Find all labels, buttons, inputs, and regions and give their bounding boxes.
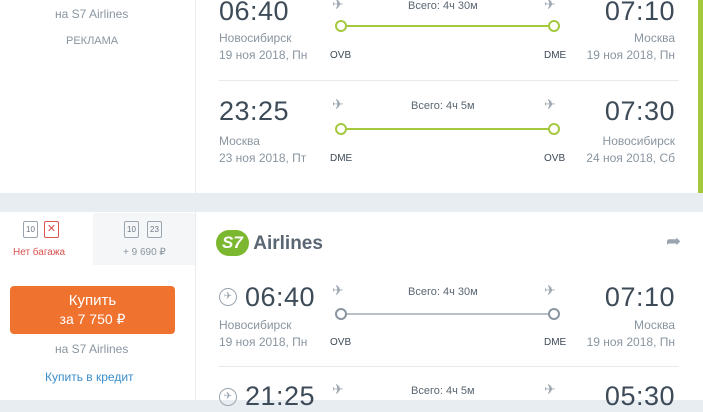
arrival-time: 05:30 (604, 381, 675, 411)
baggage-option-label: Нет багажа (13, 247, 66, 258)
buy-button[interactable]: Купить за 7 750 ₽ (10, 286, 175, 334)
departure-city: Новосибирск (219, 31, 292, 45)
plane-takeoff-icon: ✈ (332, 282, 344, 298)
route-line (342, 128, 554, 130)
credit-link[interactable]: Купить в кредит (45, 370, 134, 384)
arrival-airport-code: DME (544, 337, 567, 348)
arrival-airport-code: DME (544, 50, 567, 61)
flight-duration: Всего: 4ч 5м (411, 100, 475, 112)
airline-note: на S7 Airlines (55, 7, 129, 21)
route-end-dot (548, 308, 560, 320)
flight-duration: Всего: 4ч 5м (411, 385, 475, 397)
departure-date: 19 ноя 2018, Пн (219, 335, 308, 349)
baggage-option-with[interactable]: 10 23 + 9 690 ₽ (93, 213, 195, 265)
share-icon[interactable]: ➦ (666, 231, 681, 252)
departure-city: Новосибирск (219, 318, 292, 332)
departure-city: Москва (219, 134, 260, 148)
route-line (342, 313, 554, 315)
plane-takeoff-icon: ✈ (332, 0, 344, 12)
ad-label: РЕКЛАМА (66, 35, 119, 47)
pin-icon: ✈ (219, 288, 237, 306)
baggage-icon: 10 (23, 221, 38, 238)
route-start-dot (335, 20, 347, 32)
plane-landing-icon: ✈ (544, 0, 556, 12)
pin-icon: ✈ (219, 388, 237, 406)
route-start-dot (335, 123, 347, 135)
airline-logo-name: Airlines (253, 232, 323, 254)
departure-airport-code: DME (330, 153, 353, 164)
airline-note: на S7 Airlines (55, 342, 129, 356)
segment-divider (219, 80, 679, 81)
arrival-city: Новосибирск (602, 134, 675, 148)
buy-button-price: за 7 750 ₽ (59, 311, 126, 327)
airline-logo: S7 Airlines (216, 230, 323, 260)
departure-time: 23:25 (219, 96, 290, 126)
route-start-dot (335, 308, 347, 320)
segment-divider (219, 366, 679, 367)
departure-time: 21:25 (245, 381, 316, 411)
baggage-icon: 23 (147, 221, 162, 238)
arrival-date: 24 ноя 2018, Сб (586, 151, 675, 165)
plane-landing-icon: ✈ (544, 96, 556, 112)
departure-airport-code: OVB (330, 337, 352, 348)
route-end-dot (548, 123, 560, 135)
arrival-time: 07:10 (604, 282, 675, 312)
departure-airport-code: OVB (330, 50, 352, 61)
departure-time: 06:40 (245, 282, 316, 312)
plane-takeoff-icon: ✈ (332, 96, 344, 112)
plane-landing-icon: ✈ (544, 282, 556, 298)
arrival-time: 07:10 (604, 0, 675, 26)
arrival-date: 19 ноя 2018, Пн (586, 48, 675, 62)
arrival-date: 19 ноя 2018, Пн (586, 335, 675, 349)
airline-logo-mark: S7 (216, 230, 249, 256)
baggage-option-none[interactable]: 10 ✕ Нет багажа (0, 213, 92, 265)
baggage-option-label: + 9 690 ₽ (123, 247, 166, 258)
arrival-airport-code: OVB (544, 153, 566, 164)
arrival-city: Москва (634, 31, 675, 45)
card-accent-bar (698, 0, 703, 193)
arrival-city: Москва (634, 318, 675, 332)
buy-button-label: Купить (68, 292, 117, 309)
departure-time: 06:40 (219, 0, 290, 26)
route-line (342, 25, 554, 27)
departure-date: 23 ноя 2018, Пт (219, 151, 307, 165)
ticket-card-top (0, 0, 195, 193)
flight-duration: Всего: 4ч 30м (408, 286, 478, 298)
flight-duration: Всего: 4ч 30м (408, 0, 478, 12)
arrival-time: 07:30 (604, 96, 675, 126)
plane-landing-icon: ✈ (544, 381, 556, 397)
route-end-dot (548, 20, 560, 32)
plane-takeoff-icon: ✈ (332, 381, 344, 397)
baggage-icon: 10 (124, 221, 139, 238)
no-baggage-icon: ✕ (44, 221, 59, 238)
departure-date: 19 ноя 2018, Пн (219, 48, 308, 62)
